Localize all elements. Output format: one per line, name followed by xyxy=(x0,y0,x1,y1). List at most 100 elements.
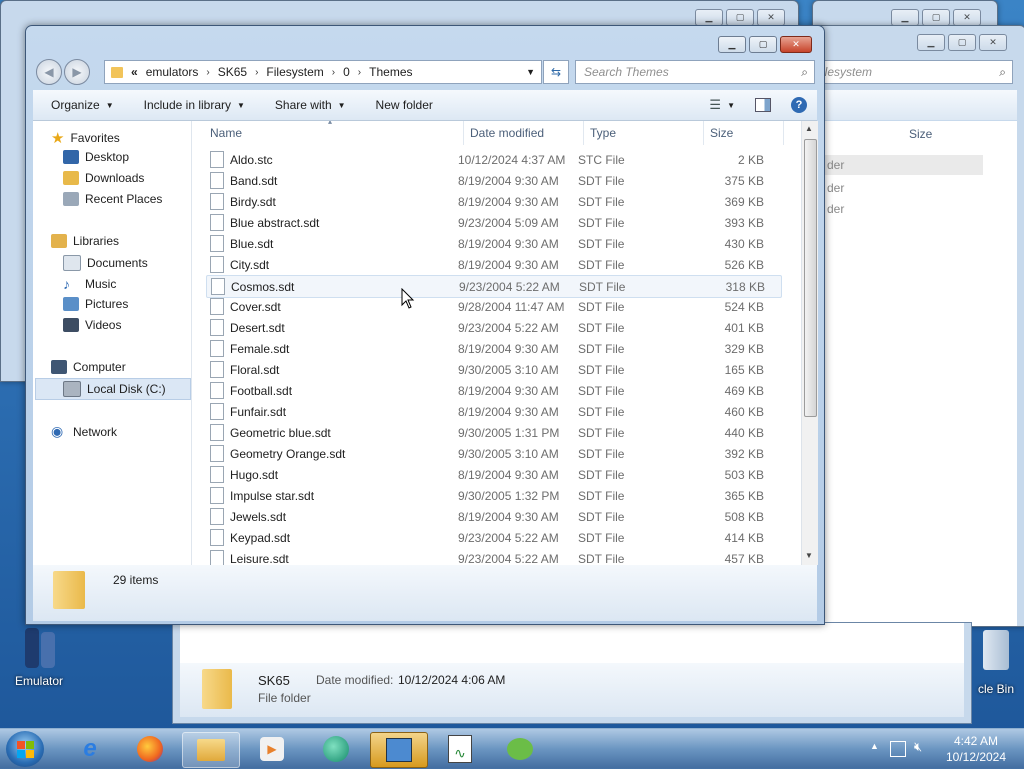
nav-desktop[interactable]: Desktop xyxy=(63,150,129,164)
nav-local-disk[interactable]: Local Disk (C:) xyxy=(63,381,166,397)
nav-recent-places[interactable]: Recent Places xyxy=(63,192,162,206)
column-header-type[interactable]: Type xyxy=(584,121,704,145)
close-button[interactable]: ✕ xyxy=(757,9,785,26)
breadcrumb-filesystem[interactable]: Filesystem xyxy=(266,65,323,79)
nav-libraries[interactable]: Libraries xyxy=(51,234,119,248)
close-button[interactable]: ✕ xyxy=(979,34,1007,51)
maximize-button[interactable]: ▢ xyxy=(726,9,754,26)
nav-documents[interactable]: Documents xyxy=(63,255,148,271)
file-row[interactable]: Geometry Orange.sdt 9/30/2005 3:10 AM SDT … xyxy=(206,443,780,464)
nav-pictures[interactable]: Pictures xyxy=(63,297,128,311)
file-row[interactable]: Blue.sdt 8/19/2004 9:30 AM SDT File 430 KB xyxy=(206,233,780,254)
maximize-button[interactable]: ▢ xyxy=(948,34,976,51)
maximize-button[interactable]: ▢ xyxy=(922,9,950,26)
scroll-thumb[interactable] xyxy=(804,139,817,417)
file-row[interactable]: Cosmos.sdt 9/23/2004 5:22 AM SDT File 318 K… xyxy=(206,275,782,298)
file-row[interactable]: Leisure.sdt 9/23/2004 5:22 AM SDT File 457 … xyxy=(206,548,780,565)
forward-button[interactable]: ▶ xyxy=(64,59,90,85)
help-button[interactable]: ? xyxy=(791,97,807,113)
breadcrumb-0[interactable]: 0 xyxy=(343,65,350,79)
file-row[interactable]: Female.sdt 8/19/2004 9:30 AM SDT File 329 K… xyxy=(206,338,780,359)
file-row[interactable]: Keypad.sdt 9/23/2004 5:22 AM SDT File 414 K… xyxy=(206,527,780,548)
back-search-input[interactable]: ilesystem ⌕ xyxy=(813,60,1013,84)
start-button[interactable] xyxy=(6,731,44,767)
nav-music[interactable]: ♪ Music xyxy=(63,276,116,292)
search-input[interactable]: Search Themes ⌕ xyxy=(575,60,815,84)
file-name: Geometric blue.sdt xyxy=(230,425,331,440)
close-button[interactable]: ✕ xyxy=(953,9,981,26)
taskbar-frog-app[interactable] xyxy=(492,732,548,766)
back-list: Size der der der xyxy=(813,121,1017,626)
file-name: Floral.sdt xyxy=(230,362,280,377)
file-row[interactable]: Funfair.sdt 8/19/2004 9:30 AM SDT File 460 … xyxy=(206,401,780,422)
nav-downloads[interactable]: Downloads xyxy=(63,171,144,185)
file-row[interactable]: Blue abstract.sdt 9/23/2004 5:09 AM SDT Fi… xyxy=(206,212,780,233)
file-size: 2 KB xyxy=(737,152,764,167)
file-row[interactable]: Desert.sdt 9/23/2004 5:22 AM SDT File 401 K… xyxy=(206,317,780,338)
chevron-right-icon[interactable]: › xyxy=(332,67,335,78)
minimize-button[interactable]: ▁ xyxy=(917,34,945,51)
taskbar-app-active[interactable] xyxy=(370,732,428,768)
column-header-date[interactable]: Date modified xyxy=(464,121,584,145)
column-label: Type xyxy=(590,126,617,140)
minimize-button[interactable]: ▁ xyxy=(891,9,919,26)
file-row[interactable]: Jewels.sdt 8/19/2004 9:30 AM SDT File 508 K… xyxy=(206,506,780,527)
scroll-down-arrow[interactable]: ▼ xyxy=(805,551,813,560)
scroll-up-arrow[interactable]: ▲ xyxy=(805,124,813,133)
volume-muted-icon[interactable]: 🔇︎ xyxy=(914,739,922,755)
breadcrumb-emulators[interactable]: emulators xyxy=(146,65,199,79)
clock-date: 10/12/2024 xyxy=(945,750,1007,764)
new-folder-button[interactable]: New folder xyxy=(376,98,433,112)
taskbar-internet-explorer[interactable]: e xyxy=(62,732,118,766)
taskbar-media-player[interactable]: ▶ xyxy=(244,732,300,766)
taskbar-chart-app[interactable]: ∿ xyxy=(432,732,488,766)
change-view-button[interactable]: ☰ ▼ xyxy=(709,97,735,113)
address-bar[interactable]: « emulators › SK65 › Filesystem › 0 › Th… xyxy=(104,60,542,84)
share-with-button[interactable]: Share with ▼ xyxy=(275,98,346,112)
back-row[interactable]: der xyxy=(827,202,844,216)
back-row[interactable]: der xyxy=(823,155,983,175)
chevron-down-icon[interactable]: ▼ xyxy=(526,67,535,77)
file-row[interactable]: Aldo.stc 10/12/2024 4:37 AM STC File 2 KB xyxy=(206,149,780,170)
taskbar-explorer[interactable] xyxy=(182,732,240,768)
organize-button[interactable]: Organize ▼ xyxy=(51,98,114,112)
nav-computer[interactable]: Computer xyxy=(51,360,126,374)
back-row[interactable]: der xyxy=(827,181,844,195)
chevron-right-icon[interactable]: › xyxy=(206,67,209,78)
close-button[interactable]: ✕ xyxy=(780,36,812,53)
file-row[interactable]: Band.sdt 8/19/2004 9:30 AM SDT File 375 KB xyxy=(206,170,780,191)
file-row[interactable]: Cover.sdt 9/28/2004 11:47 AM SDT File 524 K… xyxy=(206,296,780,317)
include-in-library-button[interactable]: Include in library ▼ xyxy=(144,98,245,112)
file-row[interactable]: City.sdt 8/19/2004 9:30 AM SDT File 526 KB xyxy=(206,254,780,275)
nav-videos[interactable]: Videos xyxy=(63,318,121,332)
vertical-scrollbar[interactable]: ▲ ▼ xyxy=(801,121,818,565)
emulator-desktop-icon[interactable]: Emulator xyxy=(8,628,70,698)
minimize-button[interactable]: ▁ xyxy=(718,36,746,53)
recycle-bin-desktop-icon[interactable]: cle Bin xyxy=(968,630,1024,700)
file-date: 8/19/2004 9:30 AM xyxy=(458,383,559,398)
minimize-button[interactable]: ▁ xyxy=(695,9,723,26)
clock[interactable]: 4:42 AM 10/12/2024 xyxy=(934,733,1018,765)
file-row[interactable]: Birdy.sdt 8/19/2004 9:30 AM SDT File 369 KB xyxy=(206,191,780,212)
nav-favorites[interactable]: ★ Favorites xyxy=(51,129,120,147)
preview-pane-button[interactable] xyxy=(755,98,771,112)
taskbar-firefox[interactable] xyxy=(122,732,178,766)
address-overflow[interactable]: « xyxy=(131,65,138,79)
nav-network[interactable]: ◉ Network xyxy=(51,423,117,440)
network-tray-icon[interactable] xyxy=(890,741,906,757)
file-row[interactable]: Floral.sdt 9/30/2005 3:10 AM SDT File 165 K… xyxy=(206,359,780,380)
taskbar-app-green[interactable] xyxy=(308,732,364,766)
breadcrumb-sk65[interactable]: SK65 xyxy=(218,65,247,79)
file-row[interactable]: Geometric blue.sdt 9/30/2005 1:31 PM SDT F… xyxy=(206,422,780,443)
maximize-button[interactable]: ▢ xyxy=(749,36,777,53)
file-row[interactable]: Football.sdt 8/19/2004 9:30 AM SDT File 469… xyxy=(206,380,780,401)
chevron-right-icon[interactable]: › xyxy=(358,67,361,78)
refresh-button[interactable]: ⇆ xyxy=(543,60,569,84)
breadcrumb-themes[interactable]: Themes xyxy=(369,65,412,79)
file-row[interactable]: Impulse star.sdt 9/30/2005 1:32 PM SDT Fil… xyxy=(206,485,780,506)
chevron-right-icon[interactable]: › xyxy=(255,67,258,78)
column-header-size[interactable]: Size xyxy=(704,121,784,145)
back-button[interactable]: ◀ xyxy=(36,59,62,85)
show-hidden-icons-button[interactable]: ▲ xyxy=(870,741,879,751)
file-row[interactable]: Hugo.sdt 8/19/2004 9:30 AM SDT File 503 KB xyxy=(206,464,780,485)
